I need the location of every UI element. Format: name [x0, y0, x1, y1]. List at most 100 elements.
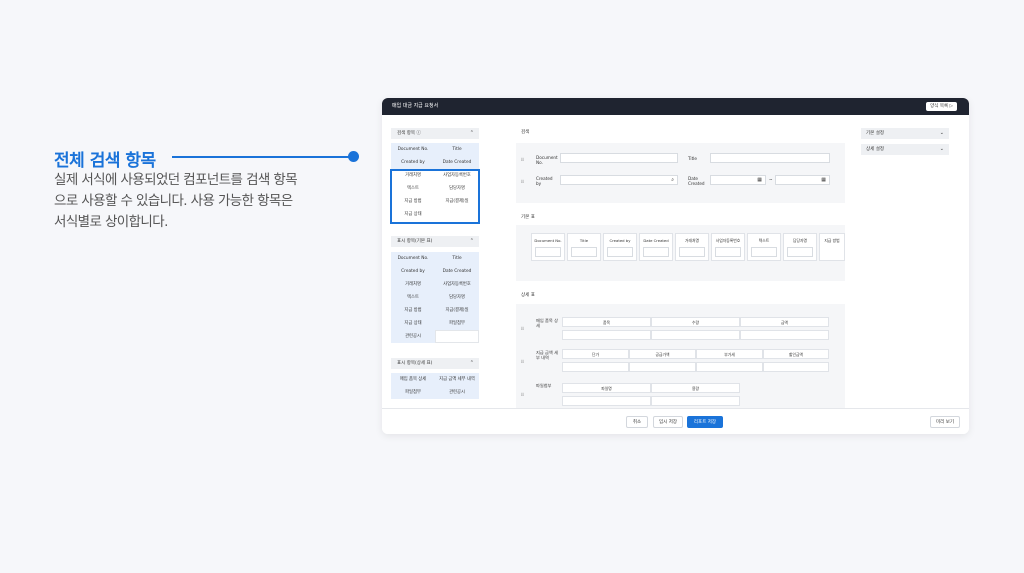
basic-settings-label: 기본 설정 [866, 131, 884, 136]
chevron-up-icon[interactable]: ⌃ [470, 358, 474, 369]
drag-handle-icon[interactable]: ⠿ [521, 359, 524, 364]
docno-label: Document No. [536, 155, 558, 165]
display-basic-header[interactable]: 표시 항목(기본 표) ⌃ [391, 236, 479, 247]
basic-table-column[interactable]: Date Created [639, 233, 673, 261]
search-items-header[interactable]: 검색 항목 ⓘ ⌃ [391, 128, 479, 139]
display-item[interactable]: 담당자명 [435, 291, 479, 304]
detail-input-cell[interactable] [629, 362, 696, 372]
basic-table-column-header: 지급 방법 [824, 238, 840, 243]
detail-col-header: 파일명 [562, 383, 651, 393]
basic-table-column[interactable]: 텍스트 [747, 233, 781, 261]
search-item[interactable]: Date Created [435, 156, 479, 169]
display-item[interactable]: Title [435, 252, 479, 265]
drag-handle-icon[interactable]: ⠿ [521, 392, 524, 397]
basic-table-column[interactable]: 사업자등록번호 [711, 233, 745, 261]
title-label: Title [688, 156, 697, 161]
basic-table-column-header: Date Created [643, 238, 669, 243]
detail-input-cell[interactable] [651, 330, 740, 340]
display-detail-item[interactable]: 관련공시 [435, 386, 479, 399]
drag-handle-icon[interactable]: ⠿ [521, 157, 524, 162]
display-item[interactable]: 사업자등록번호 [435, 278, 479, 291]
created-by-input[interactable]: ⌕ [560, 175, 678, 185]
basic-table-column[interactable]: 거래처명 [675, 233, 709, 261]
detail-input-cell[interactable] [740, 330, 829, 340]
basic-table-column[interactable]: Document No. [531, 233, 565, 261]
temp-save-button[interactable]: 임시 저장 [653, 416, 683, 428]
created-by-label: Created by [536, 176, 553, 186]
basic-table-column-header: Title [579, 238, 589, 243]
detail-input-cell[interactable] [651, 396, 740, 406]
search-icon[interactable]: ⌕ [671, 177, 674, 183]
display-item[interactable]: 지급 상태 [391, 317, 435, 330]
display-item[interactable]: 파일첨부 [435, 317, 479, 330]
form-list-button[interactable]: 양식 목록 ▷ [926, 102, 957, 111]
display-detail-header-label: 표시 항목(상세 표) [397, 361, 433, 366]
title-input[interactable] [710, 153, 830, 163]
detail-input-cell[interactable] [562, 396, 651, 406]
basic-table-column-header: Created by [609, 238, 631, 243]
search-item[interactable]: Document No. [391, 143, 435, 156]
detail-col-header: 부가세 [696, 349, 763, 359]
basic-table-column[interactable]: 지급 방법 [819, 233, 845, 261]
basic-table-column-input[interactable] [607, 247, 633, 257]
search-item[interactable]: Created by [391, 156, 435, 169]
display-item[interactable]: Created by [391, 265, 435, 278]
search-item[interactable]: Title [435, 143, 479, 156]
detail-input-cell[interactable] [696, 362, 763, 372]
annotation-description: 실제 서식에 사용되었던 컴포넌트를 검색 항목 으로 사용할 수 있습니다. … [54, 170, 354, 233]
detail-row-label: 매입 품목 상세 [536, 318, 558, 328]
basic-settings-header[interactable]: 기본 설정 ⌄ [861, 128, 949, 139]
display-item[interactable]: 거래처명 [391, 278, 435, 291]
basic-table-column-input[interactable] [787, 247, 813, 257]
display-detail-item[interactable]: 파일첨부 [391, 386, 435, 399]
basic-table-column-header: 거래처명 [685, 238, 699, 243]
detail-input-cell[interactable] [562, 330, 651, 340]
basic-table-column-input[interactable] [715, 247, 741, 257]
search-panel [516, 143, 845, 203]
basic-table-column-input[interactable] [643, 247, 669, 257]
display-item[interactable]: 지급 방법 [391, 304, 435, 317]
chevron-down-icon[interactable]: ⌄ [940, 128, 944, 139]
detail-row-label: 지급 금액 세부 내역 [536, 350, 558, 360]
display-item-empty [435, 330, 479, 343]
detail-col-header: 수량 [651, 317, 740, 327]
cancel-button[interactable]: 취소 [626, 416, 648, 428]
calendar-icon[interactable]: ▦ [757, 177, 762, 183]
bottom-action-bar: 취소 임시 저장 리포트 저장 미리 보기 [382, 408, 969, 434]
date-start-input[interactable]: ▦ [710, 175, 766, 185]
calendar-icon[interactable]: ▦ [821, 177, 826, 183]
date-end-input[interactable]: ▦ [775, 175, 830, 185]
drag-handle-icon[interactable]: ⠿ [521, 326, 524, 331]
report-save-button[interactable]: 리포트 저장 [687, 416, 723, 428]
basic-table-column[interactable]: Title [567, 233, 601, 261]
basic-table-column-input[interactable] [751, 247, 777, 257]
chevron-up-icon[interactable]: ⌃ [470, 128, 474, 139]
detail-input-cell[interactable] [562, 362, 629, 372]
basic-table-column[interactable]: 담당자명 [783, 233, 817, 261]
basic-table-column-input[interactable] [679, 247, 705, 257]
display-item[interactable]: 텍스트 [391, 291, 435, 304]
docno-input[interactable] [560, 153, 678, 163]
chevron-down-icon[interactable]: ⌄ [940, 144, 944, 155]
basic-table-column-input[interactable] [535, 247, 561, 257]
display-item[interactable]: 관련공시 [391, 330, 435, 343]
annotation-title: 전체 검색 항목 [54, 151, 156, 171]
basic-table-column[interactable]: Created by [603, 233, 637, 261]
display-detail-item[interactable]: 매입 품목 상세 [391, 373, 435, 386]
display-detail-header[interactable]: 표시 항목(상세 표) ⌃ [391, 358, 479, 369]
display-basic-header-label: 표시 항목(기본 표) [397, 239, 433, 244]
basic-table-column-input[interactable] [571, 247, 597, 257]
annotation-connector-dot [348, 151, 359, 162]
display-detail-item[interactable]: 지급 금액 세부 내역 [435, 373, 479, 386]
drag-handle-icon[interactable]: ⠿ [521, 179, 524, 184]
chevron-up-icon[interactable]: ⌃ [470, 236, 474, 247]
display-item[interactable]: Date Created [435, 265, 479, 278]
annotation-desc-line: 으로 사용할 수 있습니다. 사용 가능한 항목은 [54, 193, 293, 209]
detail-settings-header[interactable]: 상세 설정 ⌄ [861, 144, 949, 155]
preview-button[interactable]: 미리 보기 [930, 416, 960, 428]
display-item[interactable]: Document No. [391, 252, 435, 265]
detail-input-cell[interactable] [763, 362, 829, 372]
annotation-desc-line: 실제 서식에 사용되었던 컴포넌트를 검색 항목 [54, 172, 298, 188]
detail-col-header: 단가 [562, 349, 629, 359]
display-item[interactable]: 지급(결제)일 [435, 304, 479, 317]
